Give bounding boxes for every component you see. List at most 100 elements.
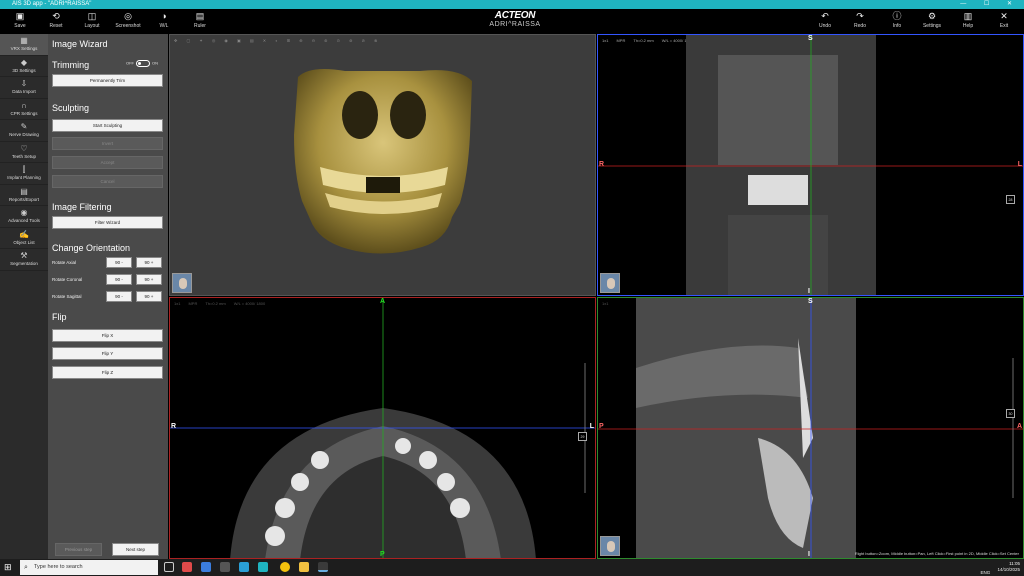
- ruler-icon: ▤: [195, 11, 205, 21]
- settings-label: Settings: [922, 23, 942, 29]
- sidebar-item-cpr-settings[interactable]: ∩ CPR Settings: [0, 99, 48, 120]
- coronal-view[interactable]: 1x1 MPR Th=0.2 mm W/L = 4000/ 1800 S I R L …: [597, 34, 1024, 296]
- sidebar-item-data-import[interactable]: ⇩ Data Import: [0, 77, 48, 99]
- redo-icon: ↷: [856, 11, 864, 21]
- cancel-button[interactable]: Cancel: [52, 175, 163, 188]
- sidebar-item-3d-settings[interactable]: ◆ 3D Settings: [0, 56, 48, 77]
- coronal-left-label: L: [1017, 161, 1022, 168]
- info-icon: ⓘ: [892, 11, 902, 21]
- orientation-thumbnail[interactable]: [172, 273, 192, 293]
- windows-start-icon[interactable]: ⊞: [4, 562, 14, 572]
- orientation-thumbnail[interactable]: [600, 536, 620, 556]
- sidebar-item-advanced-tools[interactable]: ◉ Advanced Tools: [0, 206, 48, 228]
- data-import-icon: ⇩: [20, 79, 28, 88]
- sidebar-item-nerve-drawing[interactable]: ✎ Nerve Drawing: [0, 120, 48, 142]
- rotate-sagittal-minus-button[interactable]: 90 -: [106, 291, 132, 302]
- flip-x-button[interactable]: Flip X: [52, 329, 163, 342]
- ruler-button[interactable]: ▤ Ruler: [184, 9, 216, 34]
- settings-button[interactable]: ⚙ Settings: [916, 9, 948, 34]
- image-filtering-heading: Image Filtering: [52, 202, 112, 212]
- redo-button[interactable]: ↷ Redo: [844, 9, 876, 34]
- rotate-coronal-plus-button[interactable]: 90 +: [136, 274, 162, 285]
- save-button[interactable]: ▣ Save: [4, 9, 36, 34]
- coronal-slice-slider[interactable]: 28: [1006, 195, 1015, 204]
- acteon-app-icon[interactable]: [258, 562, 268, 572]
- sagittal-inferior-label: I: [808, 551, 810, 558]
- undo-label: Undo: [819, 23, 831, 29]
- rotate-axial-minus-button[interactable]: 90 -: [106, 257, 132, 268]
- exit-button[interactable]: ✕ Exit: [988, 9, 1020, 34]
- undo-button[interactable]: ↶ Undo: [809, 9, 841, 34]
- title-bar: AIS 3D app - "ADRI^RAISSA" — ☐ ✕: [0, 0, 1024, 9]
- next-step-button[interactable]: Next step: [112, 543, 159, 556]
- sidebar-label: Object List: [13, 239, 35, 245]
- clock[interactable]: 11:05 14/10/2025: [997, 561, 1020, 573]
- sidebar-item-object-list[interactable]: ✍ Object List: [0, 228, 48, 249]
- taskbar-search-input[interactable]: Type here to search: [20, 560, 158, 575]
- wizard-title: Image Wizard: [52, 39, 108, 49]
- task-view-icon[interactable]: [164, 562, 174, 572]
- previous-step-button[interactable]: Previous step: [55, 543, 102, 556]
- filter-wizard-button[interactable]: Filter Wizard: [52, 216, 163, 229]
- 3d-volume-view[interactable]: ✥ ▢ ✦ ◎ ◉ ▣ ▤ ✕ ◐ ⊞ ⊕ ⊖ ⊛ ⊙ ⊚ ⊘ ⊗: [169, 34, 596, 296]
- sidebar-item-segmentation[interactable]: ⚒ Segmentation: [0, 249, 48, 271]
- module-sidebar: ▦ VRX Settings ◆ 3D Settings ⇩ Data Import …: [0, 34, 48, 559]
- start-sculpting-button[interactable]: Start Sculpting: [52, 119, 163, 132]
- layout-icon: ◫: [87, 11, 97, 21]
- sidebar-label: VRX Settings: [10, 46, 38, 51]
- invert-button[interactable]: Invert: [52, 137, 163, 150]
- layout-button[interactable]: ◫ Layout: [76, 9, 108, 34]
- sagittal-view[interactable]: 1x1 S I P A 30 Right button=Zoom, Middle…: [597, 297, 1024, 559]
- sidebar-item-vrx-settings[interactable]: ▦ VRX Settings: [0, 34, 48, 56]
- axial-slice-slider[interactable]: 29: [578, 432, 587, 441]
- orientation-thumbnail[interactable]: [600, 273, 620, 293]
- toggle-switch[interactable]: [136, 60, 150, 67]
- sidebar-label: Reports/Export: [8, 196, 39, 202]
- toggle-off-label: OFF: [126, 60, 134, 66]
- accept-button[interactable]: Accept: [52, 156, 163, 169]
- chrome-icon[interactable]: [280, 562, 290, 572]
- save-icon: ▣: [15, 11, 25, 21]
- axial-view[interactable]: 1x1 MPR Th=0.2 mm W/L = 4000/ 1800 A P R L …: [169, 297, 596, 559]
- flip-z-button[interactable]: Flip Z: [52, 366, 163, 379]
- reset-button[interactable]: ⟲ Reset: [40, 9, 72, 34]
- cpr-settings-icon: ∩: [21, 100, 27, 110]
- flip-heading: Flip: [52, 312, 67, 322]
- store-icon[interactable]: [239, 562, 249, 572]
- sidebar-item-reports-export[interactable]: ▤ Reports/Export: [0, 185, 48, 206]
- trimming-toggle[interactable]: OFF ON: [126, 60, 158, 67]
- advanced-tools-icon: ◉: [20, 208, 28, 217]
- axial-anterior-label: A: [380, 298, 386, 305]
- permanently-trim-button[interactable]: Permanently Trim: [52, 74, 163, 87]
- main-toolbar: ▣ Save ⟲ Reset ◫ Layout ◎ Screenshot ◑ W/L ▤ R…: [0, 9, 1024, 34]
- axial-right-label: R: [171, 423, 177, 430]
- sagittal-superior-label: S: [808, 298, 813, 305]
- edge-icon[interactable]: [201, 562, 211, 572]
- sagittal-slice-slider[interactable]: 30: [1006, 409, 1015, 418]
- sidebar-item-implant-planning[interactable]: ⫿ Implant Planning: [0, 163, 48, 185]
- coronal-right-label: R: [599, 161, 605, 168]
- contrast-icon: ◑: [161, 11, 167, 21]
- brand-name: ACTEON: [494, 10, 536, 21]
- window-controls[interactable]: — ☐ ✕: [960, 0, 1020, 9]
- file-explorer-icon[interactable]: [299, 562, 309, 572]
- sidebar-item-teeth-setup[interactable]: ♡ Teeth Setup: [0, 142, 48, 163]
- language-indicator[interactable]: ENG: [980, 570, 990, 575]
- implant-icon: ⫿: [22, 165, 26, 174]
- sidebar-label: Data Import: [12, 89, 36, 94]
- window-level-button[interactable]: ◑ W/L: [148, 9, 180, 34]
- settings-app-icon[interactable]: [220, 562, 230, 572]
- app-icon[interactable]: [182, 562, 192, 572]
- sidebar-label: Nerve Drawing: [9, 132, 39, 137]
- screenshot-button[interactable]: ◎ Screenshot: [112, 9, 144, 34]
- active-app-icon[interactable]: [318, 562, 328, 572]
- rotate-axial-plus-button[interactable]: 90 +: [136, 257, 162, 268]
- coronal-slice-image: [598, 35, 1023, 295]
- info-button[interactable]: ⓘ Info: [881, 9, 913, 34]
- flip-y-button[interactable]: Flip Y: [52, 347, 163, 360]
- trimming-heading: Trimming: [52, 60, 90, 70]
- rotate-coronal-minus-button[interactable]: 90 -: [106, 274, 132, 285]
- rotate-sagittal-plus-button[interactable]: 90 +: [136, 291, 162, 302]
- help-button[interactable]: ▥ Help: [952, 9, 984, 34]
- sidebar-label: CPR Settings: [10, 110, 38, 116]
